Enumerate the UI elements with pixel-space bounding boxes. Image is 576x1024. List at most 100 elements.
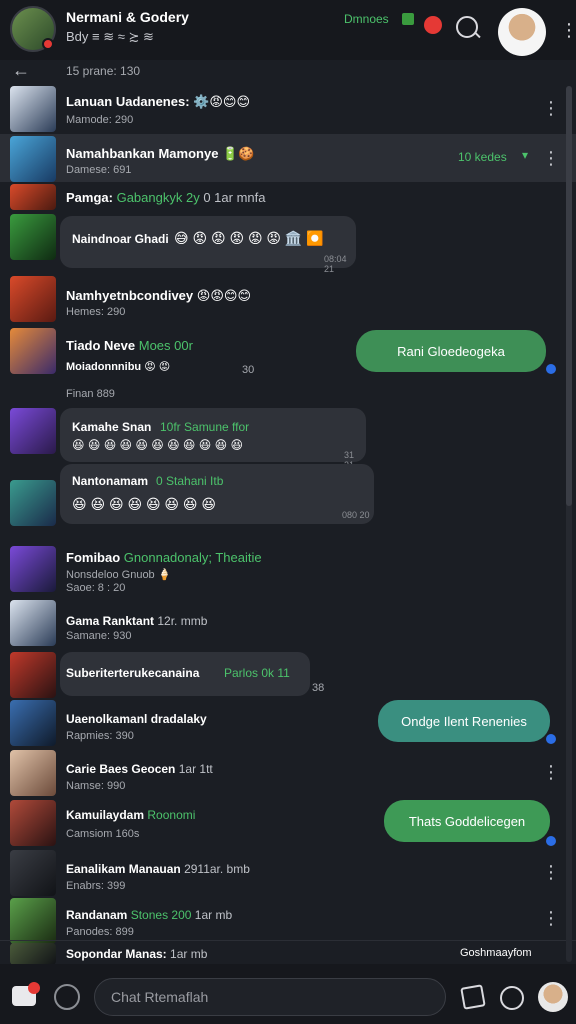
avatar[interactable] — [10, 943, 56, 965]
back-arrow-icon[interactable]: ← — [12, 60, 30, 81]
list-item[interactable]: Namhyetnbcondivey 😡😡😊😊 Hemes: 290 — [0, 274, 576, 324]
date-separator: Finan 889 — [66, 388, 115, 400]
meta-text: 1ar mb — [194, 908, 233, 922]
status-text: 10fr Samune ffor — [160, 420, 250, 434]
chat-subtitle: Bdy ≡ ≋ ≈ ≿ ≋ — [66, 29, 154, 44]
read-receipt-icon — [546, 836, 556, 846]
message-input[interactable] — [94, 978, 446, 1016]
avatar[interactable] — [10, 136, 56, 182]
participant-count: 15 prane: 130 — [66, 64, 141, 78]
avatar[interactable] — [10, 600, 56, 646]
avatar[interactable] — [10, 546, 56, 592]
top-bar: Nermani & Godery Bdy ≡ ≋ ≈ ≿ ≋ Dmnoes ⋮ — [0, 0, 576, 60]
scrollbar-thumb[interactable] — [566, 86, 572, 506]
contact-name: Namahbankan Mamonye — [66, 146, 219, 161]
avatar[interactable] — [10, 750, 56, 796]
avatar[interactable] — [10, 184, 56, 210]
list-item[interactable]: Eanalikam Manauan 2911ar. bmb Enabrs: 39… — [0, 848, 576, 898]
chevron-down-icon[interactable]: ▾ — [522, 148, 528, 162]
contact-subtitle: Camsiom 160s — [66, 828, 140, 840]
voice-icon[interactable] — [500, 986, 524, 1010]
contact-subtitle: Nonsdeloo Gnuob 🍦 — [66, 569, 172, 581]
status-text: 0 Stahani Itb — [156, 474, 224, 488]
avatar[interactable] — [10, 328, 56, 374]
more-icon[interactable]: ⋮ — [542, 762, 560, 783]
meta-text: 0 1ar mnfa — [203, 190, 266, 205]
emoji-reaction: 😆 😆 😆 😆 😆 😆 😆 😆 — [72, 496, 216, 512]
contact-subtitle: Namse: 990 — [66, 780, 126, 792]
status-text: Parlos 0k 11 — [224, 666, 290, 680]
list-item[interactable]: Uaenolkamanl dradalaky Rapmies: 390 Ondg… — [0, 698, 576, 748]
list-item[interactable]: Gama Ranktant 12r. mmb Samane: 930 — [0, 598, 576, 650]
message-text: Rani Gloedeogeka — [397, 343, 505, 359]
status-text: Stones 200 — [130, 908, 192, 922]
message-bubble[interactable]: Kamahe Snan 10fr Samune ffor 😆 😆 😆 😆 😆 😆… — [60, 408, 366, 470]
message-bubble[interactable]: Rani Gloedeogeka — [356, 330, 546, 372]
attach-icon[interactable] — [460, 984, 486, 1010]
search-icon[interactable] — [456, 16, 478, 38]
emoji-icon[interactable] — [54, 984, 80, 1010]
avatar[interactable] — [10, 700, 56, 746]
contact-name: Uaenolkamanl dradalaky — [66, 712, 207, 726]
contact-subtitle: Damese: 691 — [66, 164, 132, 176]
more-icon[interactable]: ⋮ — [542, 98, 560, 119]
status-text: Gabangkyk 2y — [116, 190, 200, 205]
status-text: Gnonnadonaly; Theaitie — [123, 550, 262, 565]
chat-list[interactable]: Lanuan Uadanenes: ⚙️😡😊😊 Mamode: 290 ⋮ Na… — [0, 84, 576, 965]
contact-subtitle: Samane: 930 — [66, 630, 132, 642]
contact-name: Lanuan Uadanenes: — [66, 94, 190, 109]
status-text: Roonomi — [147, 808, 196, 822]
status-label: Dmnoes — [344, 12, 389, 26]
more-icon[interactable]: ⋮ — [542, 862, 560, 883]
contact-subtitle: Mamode: 290 — [66, 114, 134, 126]
side-label: 10 kedes — [458, 150, 507, 164]
list-item[interactable]: Fomibao Gnonnadonaly; Theaitie Nonsdeloo… — [0, 544, 576, 598]
avatar[interactable] — [10, 800, 56, 846]
list-item[interactable]: Randanam Stones 200 1ar mb Panodes: 899 … — [0, 896, 576, 944]
chat-title: Nermani & Godery — [66, 9, 189, 25]
read-receipt-icon — [546, 364, 556, 374]
list-item[interactable]: Kamahe Snan 10fr Samune ffor 😆 😆 😆 😆 😆 😆… — [0, 406, 576, 470]
message-bubble[interactable]: Nantonamam 0 Stahani Itb 😆 😆 😆 😆 😆 😆 😆 😆… — [60, 464, 374, 524]
message-time: 38 — [312, 682, 325, 694]
list-item[interactable]: Tiado Neve Moes 00r Moiadonnnibu 😡 😡 30 … — [0, 328, 576, 380]
avatar[interactable] — [10, 850, 56, 896]
message-sender: Nantonamam — [72, 474, 149, 488]
more-icon[interactable]: ⋮ — [542, 148, 560, 169]
list-item[interactable]: Namahbankan Mamonye 🔋🍪 Damese: 691 10 ke… — [0, 134, 576, 182]
list-item[interactable]: Suberiterterukecanaina Parlos 0k 11 38 — [0, 650, 576, 700]
emoji-reaction: 🔋🍪 — [222, 146, 255, 161]
list-item[interactable]: Nantonamam 0 Stahani Itb 😆 😆 😆 😆 😆 😆 😆 😆… — [0, 464, 576, 526]
message-bubble[interactable]: Suberiterterukecanaina Parlos 0k 11 — [60, 652, 310, 696]
message-sender: Kamahe Snan — [72, 420, 152, 434]
message-text: Thats Goddelicegen — [408, 813, 526, 829]
more-icon[interactable]: ⋮ — [542, 908, 560, 929]
list-item[interactable]: Kamuilaydam Roonomi Camsiom 160s Thats G… — [0, 798, 576, 848]
contact-name: Carie Baes Geocen — [66, 762, 176, 776]
alert-icon[interactable] — [424, 16, 442, 34]
avatar[interactable] — [10, 898, 56, 944]
avatar[interactable] — [10, 408, 56, 454]
list-item[interactable]: Naindnoar Ghadi 😅 😡 😡 😡 😡 😡 🏛️ ⏺️ 08:04 … — [0, 212, 576, 274]
avatar[interactable] — [10, 480, 56, 526]
profile-avatar[interactable] — [498, 8, 546, 56]
contact-name: Tiado Neve — [66, 338, 136, 353]
list-item[interactable]: Lanuan Uadanenes: ⚙️😡😊😊 Mamode: 290 ⋮ — [0, 84, 576, 134]
meta-text: 2911ar. bmb — [184, 862, 250, 876]
message-bubble[interactable]: Thats Goddelicegen — [384, 800, 550, 842]
list-item[interactable]: Pamga: Gabangkyk 2y 0 1ar mnfa — [0, 182, 576, 212]
avatar[interactable] — [10, 86, 56, 132]
status-text: Moes 00r — [138, 338, 193, 353]
message-text: Ondge Ilent Renenies — [401, 713, 527, 729]
message-bubble[interactable]: Naindnoar Ghadi 😅 😡 😡 😡 😡 😡 🏛️ ⏺️ 08:04 … — [60, 216, 356, 274]
avatar[interactable] — [10, 276, 56, 322]
meta-text: 1ar mb — [170, 947, 208, 961]
message-bubble[interactable]: Ondge Ilent Renenies — [378, 700, 550, 742]
avatar[interactable] — [10, 652, 56, 698]
list-item[interactable]: Sopondar Manas: 1ar mb Goshmaayfom — [0, 940, 576, 965]
list-item[interactable]: Carie Baes Geocen 1ar 1tt Namse: 990 ⋮ — [0, 748, 576, 798]
contact-name: Eanalikam Manauan — [66, 862, 181, 876]
more-icon[interactable]: ⋮ — [560, 20, 576, 41]
my-avatar[interactable] — [538, 982, 568, 1012]
avatar[interactable] — [10, 214, 56, 260]
